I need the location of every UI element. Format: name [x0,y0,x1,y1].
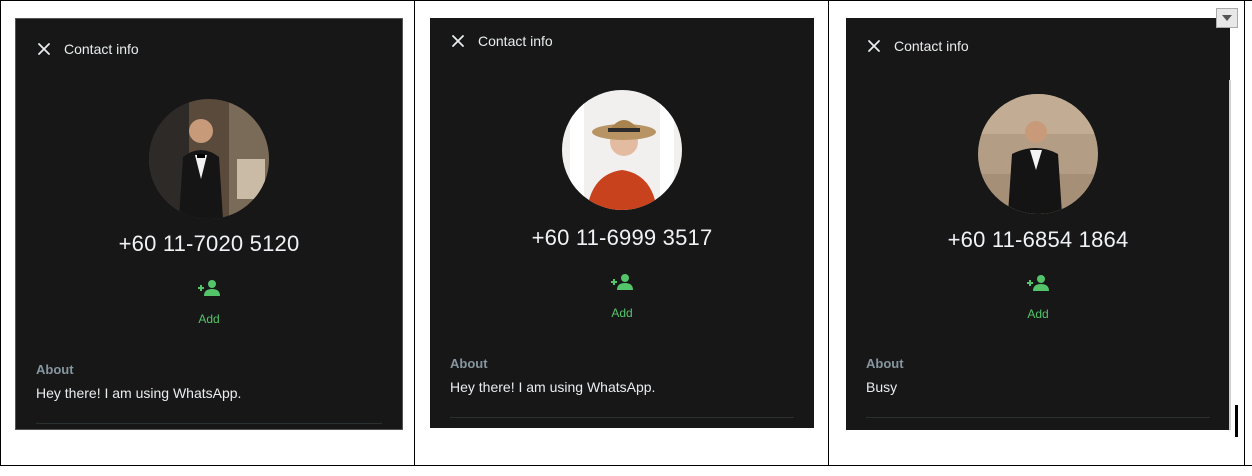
add-contact-icon [611,274,633,290]
panel-header: Contact info [36,41,139,57]
contact-info-panel-2: Contact info +60 11-6999 3517 Add About … [430,18,814,428]
about-label: About [450,356,488,371]
table-border-bottom [0,465,1252,466]
add-contact-label: Add [1027,307,1049,321]
close-icon[interactable] [36,41,52,57]
table-divider-2 [828,0,829,466]
table-border-top [0,0,1252,1]
phone-number: +60 11-6854 1864 [947,227,1129,252]
divider [36,423,382,424]
divider [866,417,1210,418]
header-title: Contact info [894,38,969,54]
add-contact-button[interactable]: Add [592,272,652,320]
scrollbar-track[interactable] [1229,80,1231,430]
chevron-down-icon [1222,15,1232,21]
table-border-left [0,0,1,466]
avatar[interactable] [562,90,682,210]
text-cursor [1235,405,1238,437]
add-contact-icon [198,280,220,296]
panel-header: Contact info [450,33,553,49]
about-text: Busy [866,379,898,395]
close-icon[interactable] [450,33,466,49]
about-text: Hey there! I am using WhatsApp. [450,379,656,395]
contact-info-panel-3: Contact info +60 11-6854 1864 Add About … [846,18,1230,430]
panel-header: Contact info [866,38,969,54]
table-divider-1 [414,0,415,466]
header-title: Contact info [64,41,139,57]
add-contact-label: Add [611,306,633,320]
phone-number: +60 11-6999 3517 [531,225,713,250]
add-contact-label: Add [198,312,220,326]
divider [450,417,794,418]
add-contact-button[interactable]: Add [179,278,239,326]
about-label: About [866,356,904,371]
phone-number: +60 11-7020 5120 [118,231,300,256]
dropdown-button[interactable] [1216,8,1238,28]
avatar[interactable] [149,99,269,219]
close-icon[interactable] [866,38,882,54]
add-contact-icon [1027,275,1049,291]
header-title: Contact info [478,33,553,49]
avatar[interactable] [978,94,1098,214]
about-text: Hey there! I am using WhatsApp. [36,385,242,401]
about-label: About [36,362,74,377]
table-border-right [1244,0,1245,466]
add-contact-button[interactable]: Add [1008,273,1068,321]
contact-info-panel-1: Contact info +60 11-7020 5120 Add About … [15,18,403,430]
